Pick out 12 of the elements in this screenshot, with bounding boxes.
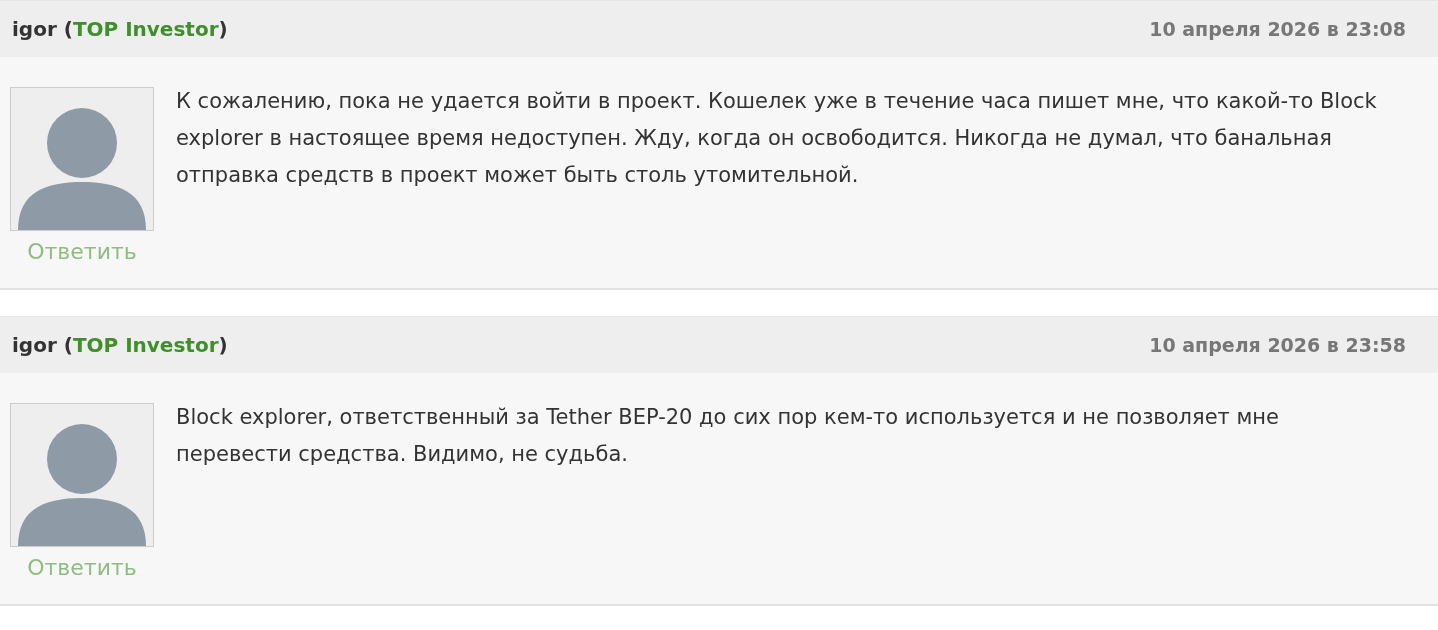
- reply-link[interactable]: Ответить: [27, 239, 137, 264]
- author-byline: igor (TOP Investor): [12, 333, 228, 357]
- role-link[interactable]: TOP Investor: [72, 333, 219, 357]
- reply-link[interactable]: Ответить: [27, 555, 137, 580]
- comment-date: 10 апреля 2026 в 23:08: [1149, 18, 1406, 40]
- avatar-icon: [10, 403, 154, 547]
- author-byline: igor (TOP Investor): [12, 17, 228, 41]
- comment-date: 10 апреля 2026 в 23:58: [1149, 334, 1406, 356]
- avatar-icon: [10, 87, 154, 231]
- comment-text: Block explorer, ответственный за Tether BEP-20 до сих пор кем-то используется и не позволяет мне перевести средства. Видимо, не судьба.: [176, 404, 1280, 468]
- comment-text: К сожалению, пока не удается войти в проект. Кошелек уже в течение часа пишет мне, что какой-то Block explorer в настоящее время недоступен. Жду, когда он освободится. Никогда не думал, что банальная отправка средств в проект может быть столь утомительной.: [176, 88, 1378, 189]
- role-link[interactable]: TOP Investor: [72, 17, 219, 41]
